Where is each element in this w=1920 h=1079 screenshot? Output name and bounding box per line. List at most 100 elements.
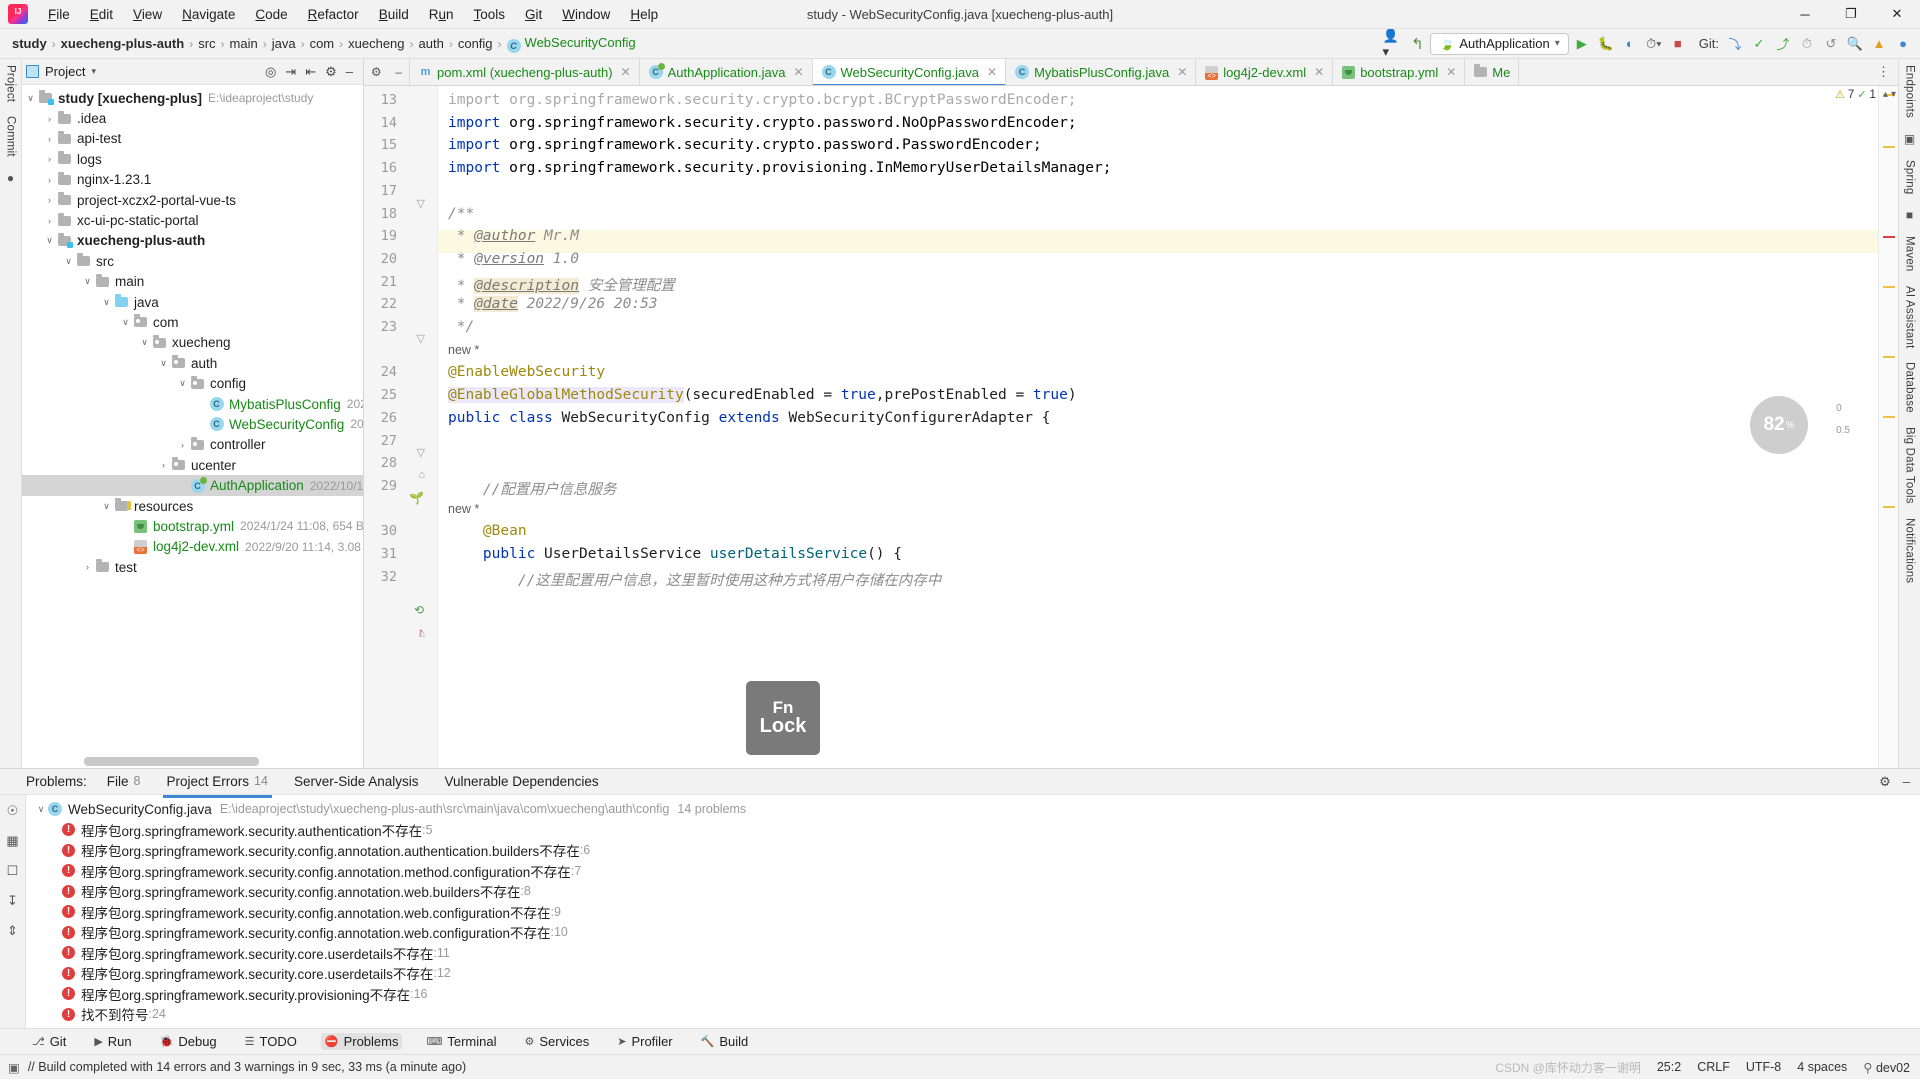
tree-node-resources[interactable]: ∨ resources [22, 496, 363, 516]
tree-node-src[interactable]: ∨ src [22, 251, 363, 271]
filter-icon[interactable]: ⇕ [7, 923, 18, 939]
code-line[interactable]: import org.springframework.security.cryp… [448, 137, 1042, 153]
hide-icon[interactable]: – [346, 64, 353, 79]
project-panel-title[interactable]: Project ▾ [26, 64, 96, 79]
menu-help[interactable]: Help [620, 4, 668, 25]
tool-window-bar[interactable]: ⎇ Git ▶ Run 🐞 Debug ☰ TODO ⛔ Problems ⌨ Terminal ⚙ Se… [0, 1028, 1920, 1054]
breadcrumb-module[interactable]: xuecheng-plus-auth [57, 34, 189, 53]
tree-node-test[interactable]: › test [22, 557, 363, 577]
tree-expander[interactable]: ∨ [62, 256, 75, 267]
close-icon[interactable]: ✕ [621, 65, 631, 79]
minimize-button[interactable]: ─ [1782, 0, 1828, 29]
editor-tab-authapplication-java[interactable]: C AuthApplication.java ✕ [640, 59, 813, 85]
chevron-up-icon[interactable]: ▴ [1883, 89, 1888, 100]
tree-node-xuecheng-plus-auth[interactable]: ∨ xuecheng-plus-auth [22, 231, 363, 251]
code-line[interactable]: @Bean [448, 523, 527, 539]
problems-tab-server-side-analysis[interactable]: Server-Side Analysis [292, 771, 421, 793]
fold-marker[interactable]: ▽ [417, 197, 425, 210]
close-icon[interactable]: ✕ [793, 65, 803, 79]
gear-icon[interactable]: ⚙ [325, 64, 337, 80]
tool-button-commit[interactable]: Commit [5, 116, 17, 157]
tool-button-project[interactable]: Project [5, 65, 17, 102]
menu-refactor[interactable]: Refactor [298, 4, 369, 25]
problems-side-strip[interactable]: ☉ ▦ ☐ ↧ ⇕ [0, 795, 26, 1028]
run-configuration-selector[interactable]: 🍃 AuthApplication ▾ [1430, 32, 1569, 55]
tree-expander[interactable]: ∨ [157, 358, 170, 369]
code-line[interactable]: @EnableGlobalMethodSecurity(securedEnabl… [448, 387, 1077, 404]
close-icon[interactable]: ✕ [1446, 65, 1456, 79]
gear-icon[interactable]: ⚙ [371, 65, 382, 79]
tool-window-run[interactable]: ▶ Run [90, 1033, 135, 1050]
tree-expander[interactable]: ∨ [24, 93, 37, 104]
inspection-widget[interactable]: ⚠ 7 ✓ 1 ▴ ▾ [1835, 88, 1896, 102]
tree-expander[interactable]: ∨ [138, 337, 151, 348]
code-line[interactable]: * @author Mr.M [448, 228, 579, 244]
problem-row[interactable]: ! 程序包org.springframework.security.config.… [26, 902, 1920, 923]
tool-window-build[interactable]: 🔨 Build [697, 1033, 753, 1050]
code-line[interactable]: //这里配置用户信息，这里暂时使用这种方式将用户存储在内存中 [448, 569, 941, 590]
code-line[interactable]: import org.springframework.security.cryp… [448, 92, 1077, 108]
fold-marker[interactable]: ⌂ [418, 469, 425, 481]
breadcrumb-xuecheng[interactable]: xuecheng [344, 34, 408, 53]
tree-node-xc-ui-pc-static-portal[interactable]: › xc-ui-pc-static-portal [22, 210, 363, 230]
main-toolbar[interactable]: 👤▾ ↰ 🍃 AuthApplication ▾ ▶ 🐛 ◐ ⏱▾ ■ Git:… [1382, 28, 1920, 59]
breadcrumb-main[interactable]: main [226, 34, 262, 53]
chevron-down-icon[interactable]: ▾ [91, 66, 96, 77]
tree-node-ucenter[interactable]: › ucenter [22, 455, 363, 475]
code-line[interactable]: /** [448, 206, 474, 222]
code-editor[interactable]: 13 14 15 16 17 18 19 20 21 22 23 24 25 26 27 28 29 30 31 32… [364, 86, 1898, 768]
structure-icon[interactable]: ▦ [6, 833, 18, 849]
bookmarks-icon[interactable]: ☉ [7, 803, 19, 819]
tree-expander[interactable]: ∨ [81, 276, 94, 287]
menu-view[interactable]: View [123, 4, 172, 25]
menu-window[interactable]: Window [552, 4, 620, 25]
tree-horizontal-scrollbar[interactable] [84, 757, 259, 766]
problem-row[interactable]: ! 程序包org.springframework.security.authent… [26, 820, 1920, 841]
breadcrumb-config[interactable]: config [454, 34, 497, 53]
menu-bar[interactable]: File Edit View Navigate Code Refactor Bu… [38, 4, 668, 25]
target-icon[interactable]: ◎ [265, 64, 276, 80]
close-icon[interactable]: ✕ [1177, 65, 1187, 79]
tool-button-big-data-tools[interactable]: Big Data Tools [1904, 427, 1916, 504]
breadcrumb-auth[interactable]: auth [415, 34, 448, 53]
breadcrumb[interactable]: study › xuecheng-plus-auth › src › main … [8, 33, 640, 55]
tool-button-ai-assistant[interactable]: AI Assistant [1904, 286, 1916, 348]
code-line[interactable]: //配置用户信息服务 [448, 478, 616, 499]
tree-expander[interactable]: › [176, 440, 189, 450]
problem-row[interactable]: ! 程序包org.springframework.security.config.… [26, 840, 1920, 861]
menu-file[interactable]: File [38, 4, 80, 25]
maximize-button[interactable]: ❐ [1828, 0, 1874, 29]
chevron-down-icon[interactable]: ▾ [1891, 89, 1896, 100]
inspection-mark[interactable] [1883, 236, 1895, 238]
editor-tab-bootstrap-yml[interactable]: bootstrap.yml ✕ [1333, 59, 1466, 85]
tree-node-bootstrap-yml[interactable]: bootstrap.yml 2024/1/24 11:08, 654 B Tod [22, 516, 363, 536]
menu-git[interactable]: Git [515, 4, 552, 25]
inspection-mark[interactable] [1883, 356, 1895, 358]
breadcrumb-study[interactable]: study [8, 34, 51, 53]
tree-node-auth[interactable]: ∨ auth [22, 353, 363, 373]
menu-code[interactable]: Code [245, 4, 297, 25]
problems-list[interactable]: ∨ C WebSecurityConfig.java E:\ideaproject\s… [26, 795, 1920, 1028]
tool-window-services[interactable]: ⚙ Services [521, 1033, 594, 1050]
tree-expander[interactable]: › [43, 134, 56, 144]
close-icon[interactable]: ✕ [1314, 65, 1324, 79]
indent-setting[interactable]: 4 spaces [1797, 1060, 1847, 1074]
code-line[interactable]: new * [448, 501, 479, 517]
breadcrumb-java[interactable]: java [268, 34, 300, 53]
code-line[interactable]: @EnableWebSecurity [448, 364, 605, 380]
chevron-down-icon[interactable]: ▾ [1555, 38, 1560, 49]
code-line[interactable]: public UserDetailsService userDetailsSer… [448, 546, 902, 562]
git-history-icon[interactable]: ⏱ [1796, 33, 1818, 55]
menu-edit[interactable]: Edit [80, 4, 123, 25]
tool-button-notifications[interactable]: Notifications [1904, 518, 1916, 583]
close-button[interactable]: ✕ [1874, 0, 1920, 29]
tool-window-terminal[interactable]: ⌨ Terminal [422, 1033, 500, 1050]
code-line[interactable]: * @version 1.0 [448, 251, 579, 267]
tree-node-com[interactable]: ∨ com [22, 312, 363, 332]
problems-file-node[interactable]: ∨ C WebSecurityConfig.java E:\ideaproject\s… [26, 799, 1920, 820]
code-line[interactable]: public class WebSecurityConfig extends W… [448, 410, 1050, 426]
tab-actions[interactable]: ⚙ – [364, 59, 410, 85]
tree-expander[interactable]: ∨ [34, 804, 48, 815]
problem-row[interactable]: ! 程序包org.springframework.security.core.us… [26, 963, 1920, 984]
problem-row[interactable]: ! 找不到符号:24 [26, 1004, 1920, 1025]
